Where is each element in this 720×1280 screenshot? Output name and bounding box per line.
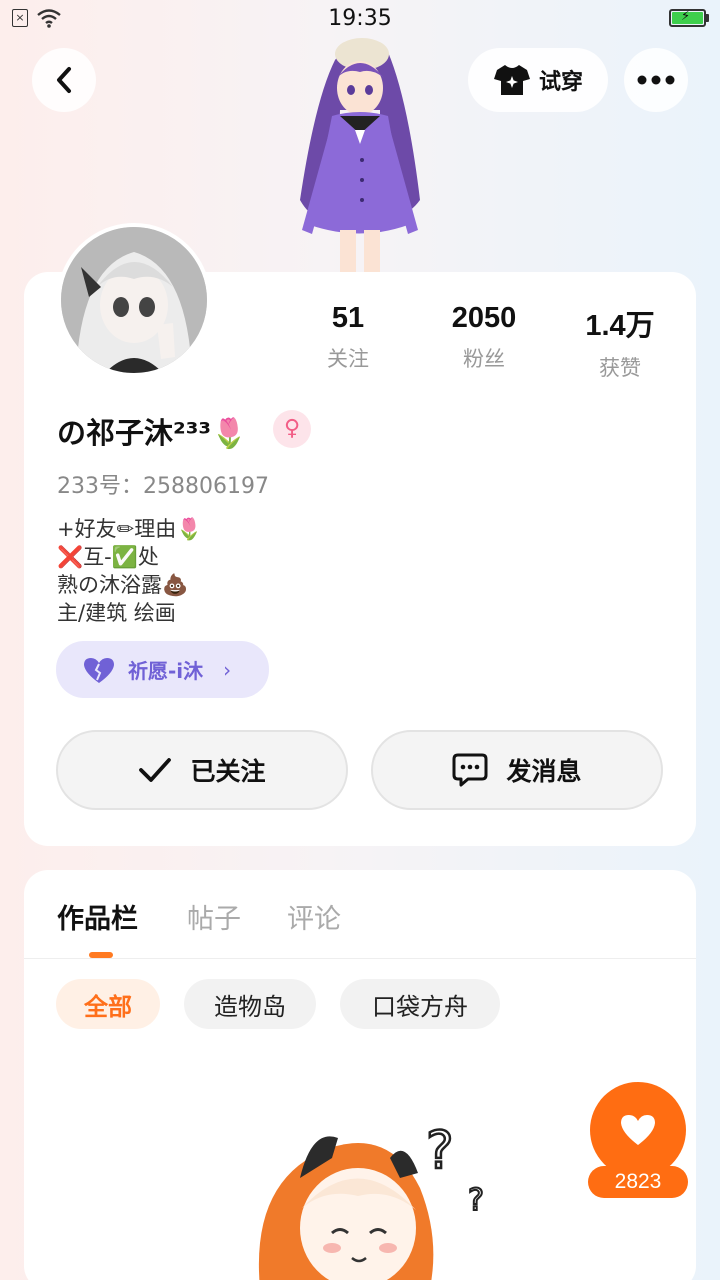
svg-text:?: ? [468, 1183, 484, 1218]
filter-creation-island[interactable]: 造物岛 [184, 979, 316, 1029]
stat-following-value: 51 [331, 302, 365, 334]
followed-button[interactable]: 已关注 [56, 730, 348, 810]
bio-line: +好友✏理由🌷 [57, 517, 203, 541]
stat-followers-label: 粉丝 [463, 347, 505, 371]
try-on-button[interactable]: 试穿 [468, 48, 608, 112]
empty-state-illustration: ? ? [258, 1120, 485, 1280]
filter-all[interactable]: 全部 [56, 979, 160, 1029]
tab-posts[interactable]: 帖子 [187, 897, 241, 936]
avatar[interactable] [57, 223, 211, 377]
followed-button-label: 已关注 [190, 757, 266, 786]
chat-bubble-icon [452, 753, 488, 787]
stat-likes[interactable]: 1.4万 获赞 [555, 302, 685, 382]
bio-line: 熟の沐浴露💩 [57, 573, 189, 597]
stat-followers-value: 2050 [451, 302, 517, 334]
stat-likes-label: 获赞 [599, 356, 641, 380]
tab-divider [24, 958, 696, 959]
shirt-icon [493, 65, 530, 95]
filter-pocket-ark[interactable]: 口袋方舟 [340, 979, 500, 1029]
check-icon [139, 758, 172, 782]
female-gender-icon: ♀ [273, 410, 311, 448]
like-count: 2823 [588, 1166, 688, 1198]
heart-icon [621, 1115, 655, 1145]
stat-followers[interactable]: 2050 粉丝 [419, 302, 549, 373]
try-on-label: 试穿 [538, 70, 583, 95]
more-options-button[interactable] [624, 48, 688, 112]
back-button[interactable] [32, 48, 96, 112]
tab-works[interactable]: 作品栏 [57, 897, 138, 936]
username: の祁子沐²³³🌷 [57, 416, 248, 450]
more-dots-icon [637, 75, 675, 85]
wish-chip-label: 祈愿-i沐 [128, 659, 204, 683]
battery-icon: ⚡ [669, 9, 706, 27]
user-id[interactable]: 233号：258806197 [57, 468, 269, 500]
status-time: 19:35 [328, 6, 392, 31]
bio-line: ❌互-✅处 [57, 545, 159, 569]
send-message-button[interactable]: 发消息 [371, 730, 663, 810]
svg-text:?: ? [426, 1121, 454, 1181]
battery-cap [706, 14, 709, 22]
heart-icon [84, 657, 114, 683]
bio-line: 主/建筑 绘画 [57, 601, 176, 625]
stat-likes-value: 1.4万 [585, 310, 655, 342]
chevron-right-icon: › [223, 657, 232, 682]
like-button[interactable] [590, 1082, 686, 1178]
stat-following-label: 关注 [327, 347, 369, 371]
avatar-image [61, 227, 207, 373]
stat-following[interactable]: 51 关注 [283, 302, 413, 373]
tab-comments[interactable]: 评论 [287, 897, 341, 936]
chevron-left-icon [57, 67, 71, 93]
send-message-label: 发消息 [506, 757, 582, 786]
avatar-character-figure[interactable] [280, 30, 440, 275]
wish-chip[interactable]: 祈愿-i沐 › [56, 641, 269, 698]
